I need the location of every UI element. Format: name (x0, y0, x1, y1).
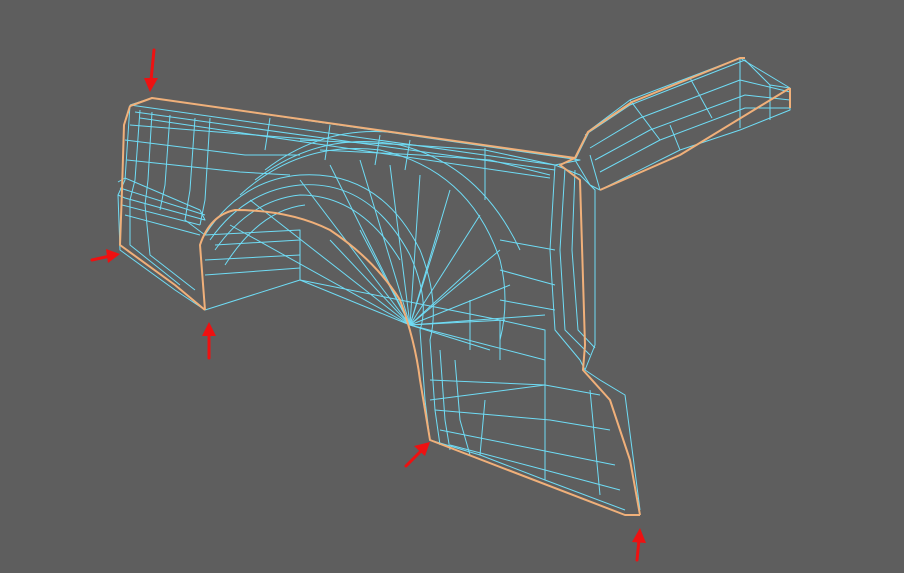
annotation-arrows (90, 48, 646, 562)
wireframe-canvas[interactable] (0, 0, 904, 573)
wireframe-mesh (117, 57, 791, 511)
arrow-bottom-right (632, 528, 646, 562)
arrow-wheel-arch-rear (404, 442, 430, 468)
arrow-wheel-arch-front (202, 322, 216, 360)
3d-viewport[interactable] (0, 0, 904, 573)
arrow-left-edge (90, 249, 120, 263)
arrow-top-left (144, 48, 158, 92)
